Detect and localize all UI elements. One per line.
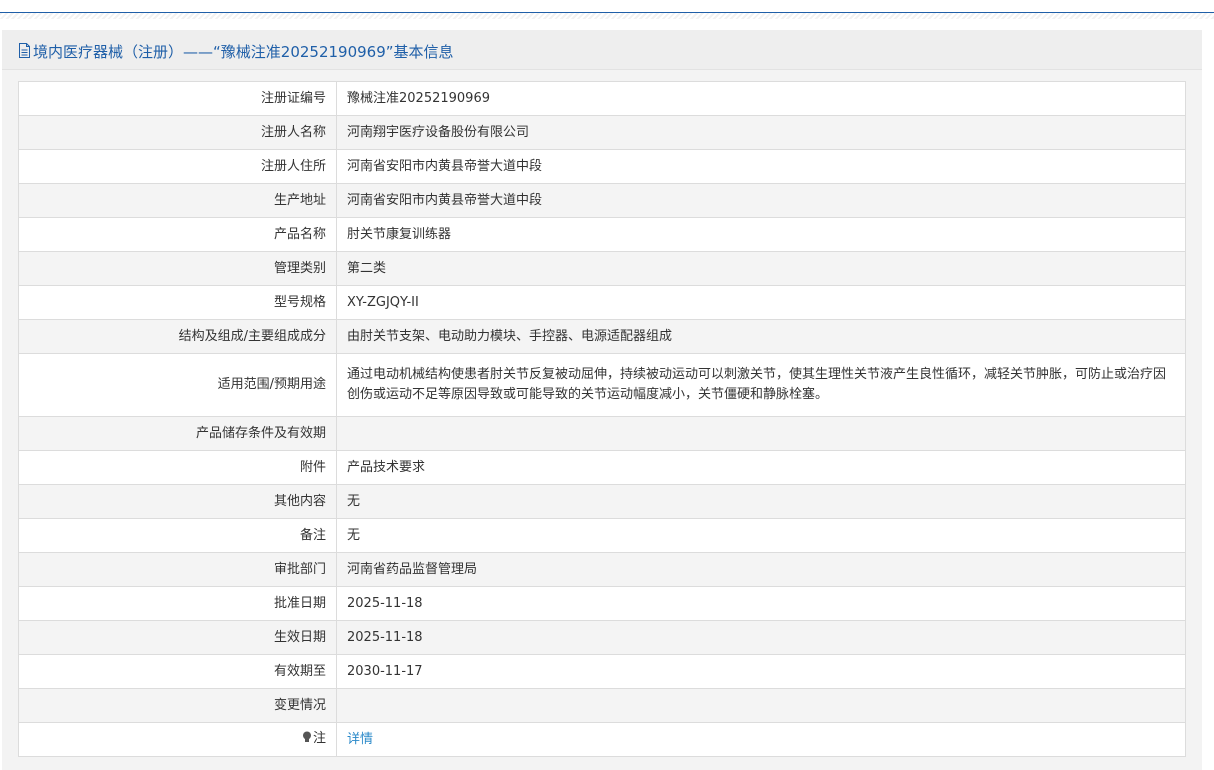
row-label: 型号规格 [18, 285, 337, 320]
table-row: 附件 产品技术要求 [18, 450, 1186, 485]
row-label: 注册人名称 [18, 115, 337, 150]
row-label: 备注 [18, 518, 337, 553]
table-row: 审批部门 河南省药品监督管理局 [18, 552, 1186, 587]
row-label: 产品名称 [18, 217, 337, 252]
row-label: 审批部门 [18, 552, 337, 587]
row-label: 附件 [18, 450, 337, 485]
row-value: 第二类 [336, 251, 1186, 286]
note-label-cell: 注 [18, 722, 337, 757]
table-row: 其他内容无 [18, 484, 1186, 519]
row-label: 注册人住所 [18, 149, 337, 184]
row-value: 由肘关节支架、电动助力模块、手控器、电源适配器组成 [336, 319, 1186, 354]
row-value: 2025-11-18 [336, 620, 1186, 655]
row-value: 肘关节康复训练器 [336, 217, 1186, 252]
row-label: 产品储存条件及有效期 [18, 416, 337, 451]
table-row: 生产地址 河南省安阳市内黄县帝誉大道中段 [18, 183, 1186, 218]
row-label: 管理类别 [18, 251, 337, 286]
row-value: 河南省安阳市内黄县帝誉大道中段 [336, 183, 1186, 218]
table-row: 有效期至 2030-11-17 [18, 654, 1186, 689]
row-label: 其他内容 [18, 484, 337, 519]
page-title: 境内医疗器械（注册）——“豫械注准20252190969”基本信息 [33, 43, 454, 61]
row-label: 生效日期 [18, 620, 337, 655]
table-row: 产品储存条件及有效期 [18, 416, 1186, 451]
table-row: 管理类别 第二类 [18, 251, 1186, 286]
panel-header: 境内医疗器械（注册）——“豫械注准20252190969”基本信息 [2, 30, 1202, 70]
row-value: 河南省安阳市内黄县帝誉大道中段 [336, 149, 1186, 184]
table-row: 结构及组成/主要组成成分 由肘关节支架、电动助力模块、手控器、电源适配器组成 [18, 319, 1186, 354]
row-value [336, 688, 1186, 723]
row-value [336, 416, 1186, 451]
table-row: 注册人名称 河南翔宇医疗设备股份有限公司 [18, 115, 1186, 150]
row-label: 结构及组成/主要组成成分 [18, 319, 337, 354]
panel-title-wrap: 境内医疗器械（注册）——“豫械注准20252190969”基本信息 [18, 41, 454, 62]
row-value: 通过电动机械结构使患者肘关节反复被动屈伸，持续被动运动可以刺激关节，使其生理性关… [336, 353, 1186, 417]
row-value: 豫械注准20252190969 [336, 81, 1186, 116]
document-icon [18, 43, 31, 62]
row-label: 生产地址 [18, 183, 337, 218]
note-label: 注 [312, 731, 326, 746]
row-label: 变更情况 [18, 688, 337, 723]
top-border-strip [0, 0, 1214, 13]
lightbulb-icon [302, 730, 312, 750]
info-panel: 境内医疗器械（注册）——“豫械注准20252190969”基本信息 注册证编号豫… [2, 30, 1202, 770]
row-label: 有效期至 [18, 654, 337, 689]
row-value: 2030-11-17 [336, 654, 1186, 689]
table-row: 批准日期 2025-11-18 [18, 586, 1186, 621]
info-table: 注册证编号 豫械注准20252190969 注册人名称 河南翔宇医疗设备股份有限公司注… [18, 81, 1186, 757]
row-value: 无 [336, 518, 1186, 553]
note-row: 注 详情 [18, 722, 1186, 757]
top-hatch-divider [0, 13, 1214, 19]
row-value: 河南翔宇医疗设备股份有限公司 [336, 115, 1186, 150]
note-value-cell: 详情 [336, 722, 1186, 757]
table-row: 生效日期 2025-11-18 [18, 620, 1186, 655]
table-row: 适用范围/预期用途 通过电动机械结构使患者肘关节反复被动屈伸，持续被动运动可以刺激… [18, 353, 1186, 417]
details-link[interactable]: 详情 [347, 732, 373, 747]
table-row: 备注无 [18, 518, 1186, 553]
row-label: 批准日期 [18, 586, 337, 621]
table-row: 产品名称 肘关节康复训练器 [18, 217, 1186, 252]
table-row: 注册证编号 豫械注准20252190969 [18, 81, 1186, 116]
table-row: 型号规格 XY-ZGJQY-II [18, 285, 1186, 320]
row-value: 河南省药品监督管理局 [336, 552, 1186, 587]
row-value: 产品技术要求 [336, 450, 1186, 485]
row-value: XY-ZGJQY-II [336, 285, 1186, 320]
row-value: 2025-11-18 [336, 586, 1186, 621]
table-row: 变更情况 [18, 688, 1186, 723]
row-label: 注册证编号 [18, 81, 337, 116]
row-value: 无 [336, 484, 1186, 519]
row-label: 适用范围/预期用途 [18, 353, 337, 417]
table-row: 注册人住所 河南省安阳市内黄县帝誉大道中段 [18, 149, 1186, 184]
